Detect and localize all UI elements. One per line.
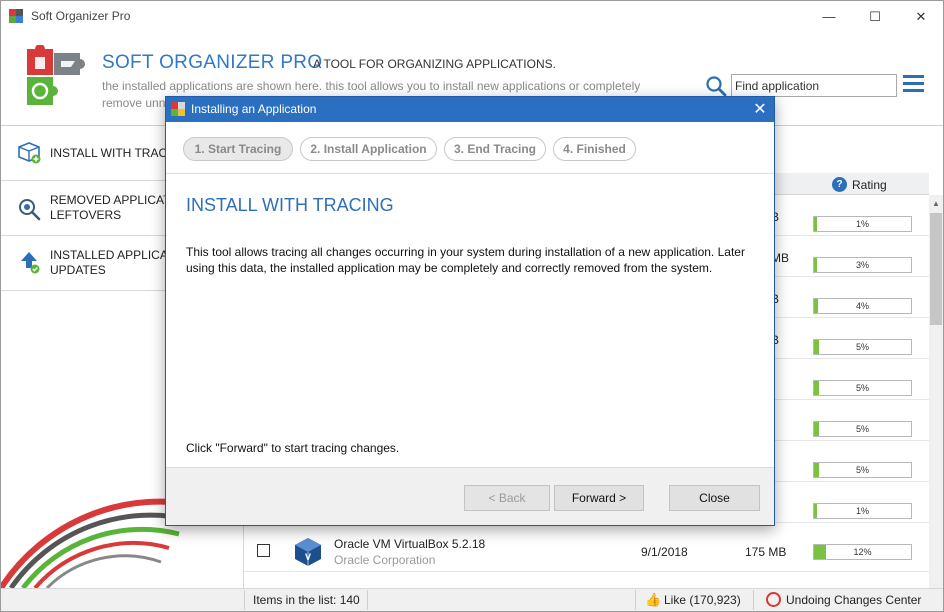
- window-title: Soft Organizer Pro: [31, 9, 131, 23]
- minimize-button[interactable]: —: [806, 1, 852, 32]
- rating-value: 5%: [855, 383, 869, 393]
- dialog-close-icon[interactable]: ✕: [746, 98, 774, 121]
- update-arrow-icon: [21, 252, 40, 274]
- dialog-description: This tool allows tracing all changes occ…: [186, 245, 745, 275]
- scrollbar-thumb[interactable]: [930, 213, 942, 325]
- step-install-application: 2. Install Application: [300, 137, 437, 161]
- status-divider: [367, 590, 368, 610]
- magnifier-trace-icon: [19, 199, 41, 221]
- app-icon: [9, 9, 24, 24]
- rating-bar: 5%: [813, 462, 912, 478]
- thumbs-up-icon[interactable]: 👍: [645, 592, 661, 608]
- rating-value: 1%: [855, 219, 869, 229]
- rating-bar: 12%: [813, 544, 912, 560]
- dialog-body: INSTALL WITH TRACING This tool allows tr…: [166, 175, 774, 467]
- rating-bar: 5%: [813, 380, 912, 396]
- hamburger-menu-icon[interactable]: [903, 75, 924, 95]
- puzzle-logo-icon: [27, 45, 85, 105]
- step-end-tracing: 3. End Tracing: [444, 137, 546, 161]
- close-dialog-button[interactable]: Close: [669, 485, 760, 511]
- step-finished: 4. Finished: [553, 137, 636, 161]
- rating-bar: 5%: [813, 339, 912, 355]
- search-input[interactable]: [731, 74, 897, 97]
- row-checkbox[interactable]: [257, 544, 270, 557]
- dialog-footer: < Back Forward > Close: [166, 467, 774, 525]
- items-count: Items in the list: 140: [253, 593, 360, 607]
- sidebar-item-label: INSTALL WITH TRAC: [50, 146, 168, 160]
- rating-value: 5%: [855, 424, 869, 434]
- status-divider: [753, 590, 754, 610]
- rating-bar: 3%: [813, 257, 912, 273]
- undo-center-icon[interactable]: [766, 592, 781, 607]
- app-name: Oracle VM VirtualBox 5.2.18: [334, 537, 486, 551]
- rating-value: 12%: [853, 547, 872, 557]
- box-install-icon: [18, 142, 41, 164]
- dialog-title-bar: Installing an Application ✕: [166, 97, 774, 122]
- dialog-app-icon: [171, 102, 185, 116]
- back-button[interactable]: < Back: [464, 485, 550, 511]
- search-icon[interactable]: [705, 75, 727, 97]
- app-install-date: 9/1/2018: [641, 545, 688, 559]
- wizard-steps: 1. Start Tracing 2. Install Application …: [166, 122, 774, 174]
- app-size: 175 MB: [745, 545, 787, 559]
- close-button[interactable]: ✕: [898, 1, 943, 32]
- sidebar-item-label: INSTALLED APPLICA: [50, 248, 168, 262]
- svg-text:V: V: [305, 552, 311, 562]
- rating-value: 1%: [855, 506, 869, 516]
- title-bar: Soft Organizer Pro — ☐ ✕: [1, 1, 943, 32]
- rating-bar: 1%: [813, 503, 912, 519]
- undo-changes-center-button[interactable]: Undoing Changes Center: [786, 593, 921, 607]
- rating-bar: 5%: [813, 421, 912, 437]
- brand-title: SOFT ORGANIZER PRO: [102, 52, 323, 73]
- brand-tagline: A TOOL FOR ORGANIZING APPLICATIONS.: [313, 57, 556, 71]
- forward-button[interactable]: Forward >: [554, 485, 644, 511]
- header-description-line2: remove unn: [102, 96, 166, 110]
- header-description-line1: the installed applications are shown her…: [102, 79, 641, 93]
- dialog-instruction: Click "Forward" to start tracing changes…: [186, 441, 400, 455]
- rating-column-header[interactable]: Rating: [852, 178, 887, 192]
- virtualbox-icon: V: [295, 538, 321, 566]
- dialog-heading: INSTALL WITH TRACING: [186, 195, 394, 215]
- status-divider: [244, 590, 245, 610]
- help-icon[interactable]: ?: [832, 177, 847, 192]
- sidebar-item-label-line2: LEFTOVERS: [50, 208, 122, 222]
- sidebar-item-label: REMOVED APPLICATI: [50, 193, 174, 207]
- scroll-up-arrow-icon[interactable]: ▲: [930, 198, 942, 210]
- rating-value: 5%: [855, 465, 869, 475]
- app-publisher: Oracle Corporation: [334, 553, 436, 567]
- rating-value: 4%: [855, 301, 869, 311]
- rating-bar: 4%: [813, 298, 912, 314]
- sidebar-item-label-line2: UPDATES: [50, 263, 106, 277]
- rating-value: 5%: [855, 342, 869, 352]
- status-divider: [635, 590, 636, 610]
- maximize-button[interactable]: ☐: [852, 1, 898, 32]
- install-dialog: Installing an Application ✕ 1. Start Tra…: [165, 96, 775, 526]
- rating-bar: 1%: [813, 216, 912, 232]
- rating-value: 3%: [855, 260, 869, 270]
- step-start-tracing: 1. Start Tracing: [183, 137, 293, 161]
- dialog-title: Installing an Application: [191, 102, 317, 116]
- like-button[interactable]: Like (170,923): [664, 593, 741, 607]
